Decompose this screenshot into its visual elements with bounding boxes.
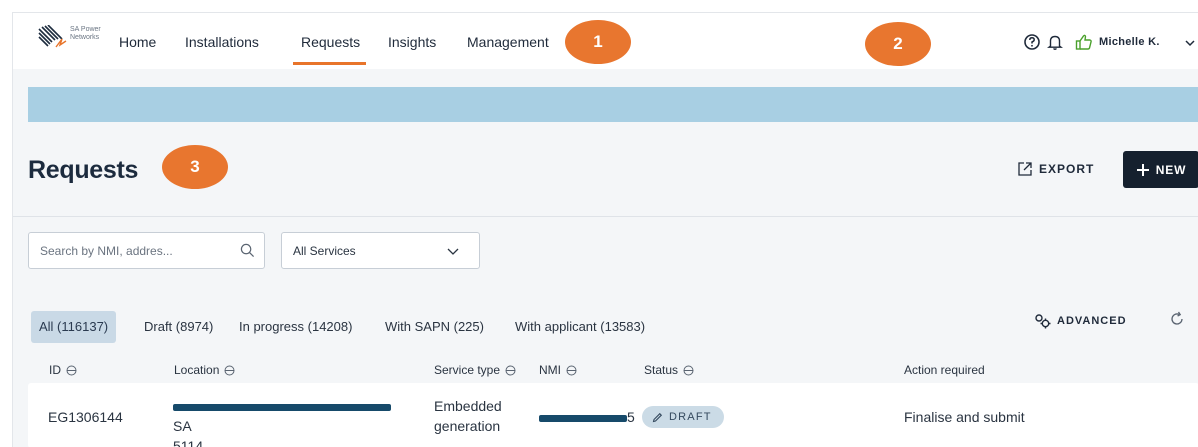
settings-cog-icon bbox=[1035, 314, 1051, 329]
chevron-down-icon bbox=[447, 248, 459, 255]
row-location-postcode: 5114 bbox=[173, 438, 204, 447]
sort-icon bbox=[224, 365, 235, 375]
refresh-icon[interactable] bbox=[1169, 311, 1185, 327]
service-select[interactable]: All Services bbox=[281, 232, 480, 269]
tab-all[interactable]: All (116137) bbox=[31, 311, 117, 343]
status-badge: DRAFT bbox=[642, 406, 724, 428]
tab-with-sapn[interactable]: With SAPN (225) bbox=[385, 311, 484, 343]
search-input[interactable]: Search by NMI, addres... bbox=[28, 232, 265, 269]
row-service-line2: generation bbox=[434, 418, 501, 434]
plus-icon bbox=[1136, 163, 1149, 176]
export-label: EXPORT bbox=[1039, 162, 1095, 176]
row-location: SA 5114 bbox=[173, 396, 403, 447]
new-request-button[interactable]: NEW bbox=[1123, 151, 1198, 188]
export-icon bbox=[1018, 162, 1032, 176]
column-header-nmi[interactable]: NMI bbox=[539, 363, 577, 377]
column-header-status[interactable]: Status bbox=[644, 363, 694, 377]
column-header-id[interactable]: ID bbox=[49, 363, 77, 377]
app-frame: SA Power Networks Home Installations Req… bbox=[12, 12, 1198, 447]
column-header-action-required: Action required bbox=[904, 363, 985, 377]
user-name[interactable]: Michelle K. bbox=[1099, 36, 1160, 48]
logo-text: SA Power Networks bbox=[70, 26, 101, 41]
column-label: NMI bbox=[539, 363, 561, 377]
sort-icon bbox=[66, 365, 77, 375]
row-nmi-suffix: 5 bbox=[627, 409, 635, 425]
tab-draft[interactable]: Draft (8974) bbox=[144, 311, 213, 343]
export-button[interactable]: EXPORT bbox=[1017, 158, 1094, 180]
callout-marker-2: 2 bbox=[865, 22, 931, 66]
chevron-down-icon[interactable] bbox=[1185, 39, 1195, 47]
callout-marker-1: 1 bbox=[565, 20, 631, 64]
header-divider bbox=[13, 216, 1198, 217]
nav-management[interactable]: Management bbox=[467, 34, 549, 50]
column-header-service-type[interactable]: Service type bbox=[434, 363, 516, 377]
nav-requests[interactable]: Requests bbox=[301, 34, 360, 50]
callout-marker-3: 3 bbox=[162, 145, 228, 189]
row-id[interactable]: EG1306144 bbox=[48, 407, 123, 427]
sort-icon bbox=[683, 365, 694, 375]
pencil-icon bbox=[652, 412, 663, 422]
help-icon[interactable] bbox=[1023, 33, 1041, 51]
row-service-type: Embedded generation bbox=[434, 396, 502, 436]
redacted-address bbox=[173, 403, 391, 411]
notification-banner bbox=[28, 87, 1198, 122]
column-label: ID bbox=[49, 363, 61, 377]
nav-active-indicator bbox=[293, 62, 366, 65]
nav-installations[interactable]: Installations bbox=[185, 34, 259, 50]
sort-icon bbox=[566, 365, 577, 375]
advanced-label: ADVANCED bbox=[1057, 315, 1127, 327]
service-select-value: All Services bbox=[293, 244, 356, 258]
nav-insights[interactable]: Insights bbox=[388, 34, 436, 50]
row-service-line1: Embedded bbox=[434, 398, 502, 414]
search-icon[interactable] bbox=[240, 243, 255, 258]
advanced-filter-button[interactable]: ADVANCED bbox=[1034, 311, 1127, 331]
column-label: Location bbox=[174, 363, 220, 377]
new-label: NEW bbox=[1155, 162, 1187, 177]
column-label: Service type bbox=[434, 363, 501, 377]
search-placeholder: Search by NMI, addres... bbox=[40, 244, 173, 258]
tab-in-progress[interactable]: In progress (14208) bbox=[239, 311, 352, 343]
thumbs-up-icon[interactable] bbox=[1075, 33, 1093, 51]
company-logo[interactable]: SA Power Networks bbox=[38, 25, 108, 55]
row-location-state: SA bbox=[173, 418, 192, 434]
column-label: Status bbox=[644, 363, 679, 377]
redacted-nmi bbox=[539, 414, 627, 422]
row-action-required: Finalise and submit bbox=[904, 409, 1025, 425]
row-nmi: 5 bbox=[539, 407, 635, 427]
sort-icon bbox=[505, 365, 516, 375]
nav-home[interactable]: Home bbox=[119, 34, 156, 50]
bell-icon[interactable] bbox=[1046, 33, 1064, 51]
column-label: Action required bbox=[904, 363, 985, 377]
logo-mark-icon bbox=[38, 25, 67, 48]
status-label: DRAFT bbox=[669, 411, 712, 423]
page-title: Requests bbox=[28, 156, 139, 184]
column-header-location[interactable]: Location bbox=[174, 363, 235, 377]
tab-with-applicant[interactable]: With applicant (13583) bbox=[515, 311, 645, 343]
